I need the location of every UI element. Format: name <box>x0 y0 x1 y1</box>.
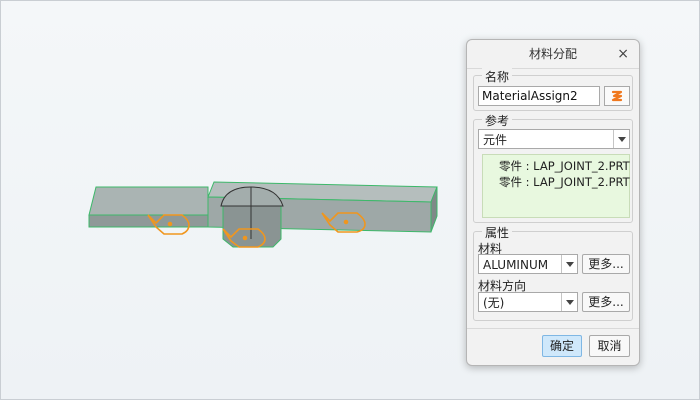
name-group: 名称 MaterialAssign2 <box>473 68 633 111</box>
name-input[interactable]: MaterialAssign2 <box>478 86 600 106</box>
reference-list[interactable]: 零件 : LAP_JOINT_2.PRT 零件 : LAP_JOINT_2.PR… <box>482 154 630 218</box>
left-plate-top <box>88 186 209 216</box>
name-group-label: 名称 <box>482 68 513 85</box>
reference-type-value: 元件 <box>483 133 508 147</box>
properties-group-label: 属性 <box>482 224 513 241</box>
dialog-title: 材料分配 <box>528 47 577 61</box>
reference-type-select[interactable]: 元件 <box>478 129 630 149</box>
orange-action-icon <box>611 90 623 102</box>
close-icon[interactable]: × <box>617 40 629 68</box>
list-item[interactable]: 零件 : LAP_JOINT_2.PRT <box>499 158 630 174</box>
material-more-button[interactable]: 更多... <box>582 254 630 274</box>
material-assign-dialog: 材料分配 × 名称 MaterialAssign2 参考 元件 零件 : LAP… <box>466 39 640 366</box>
cancel-button[interactable]: 取消 <box>589 335 630 357</box>
ok-button[interactable]: 确定 <box>542 335 582 357</box>
chevron-down-icon[interactable] <box>613 130 629 148</box>
material-value: ALUMINUM <box>483 258 549 272</box>
dialog-titlebar: 材料分配 × <box>467 40 639 69</box>
chevron-down-icon[interactable] <box>561 255 577 273</box>
list-item[interactable]: 零件 : LAP_JOINT_2.PRT <box>499 174 630 190</box>
orientation-value: (无) <box>483 296 505 310</box>
material-select[interactable]: ALUMINUM <box>478 254 578 274</box>
name-action-button[interactable] <box>604 86 630 106</box>
chevron-down-icon[interactable] <box>561 293 577 311</box>
divider <box>467 328 639 329</box>
properties-group: 属性 材料 ALUMINUM 更多... 材料方向 (无) 更多... <box>473 224 633 321</box>
reference-group-label: 参考 <box>482 112 513 129</box>
reference-group: 参考 元件 零件 : LAP_JOINT_2.PRT 零件 : LAP_JOIN… <box>473 112 633 223</box>
orientation-more-button[interactable]: 更多... <box>582 292 630 312</box>
orientation-select[interactable]: (无) <box>478 292 578 312</box>
